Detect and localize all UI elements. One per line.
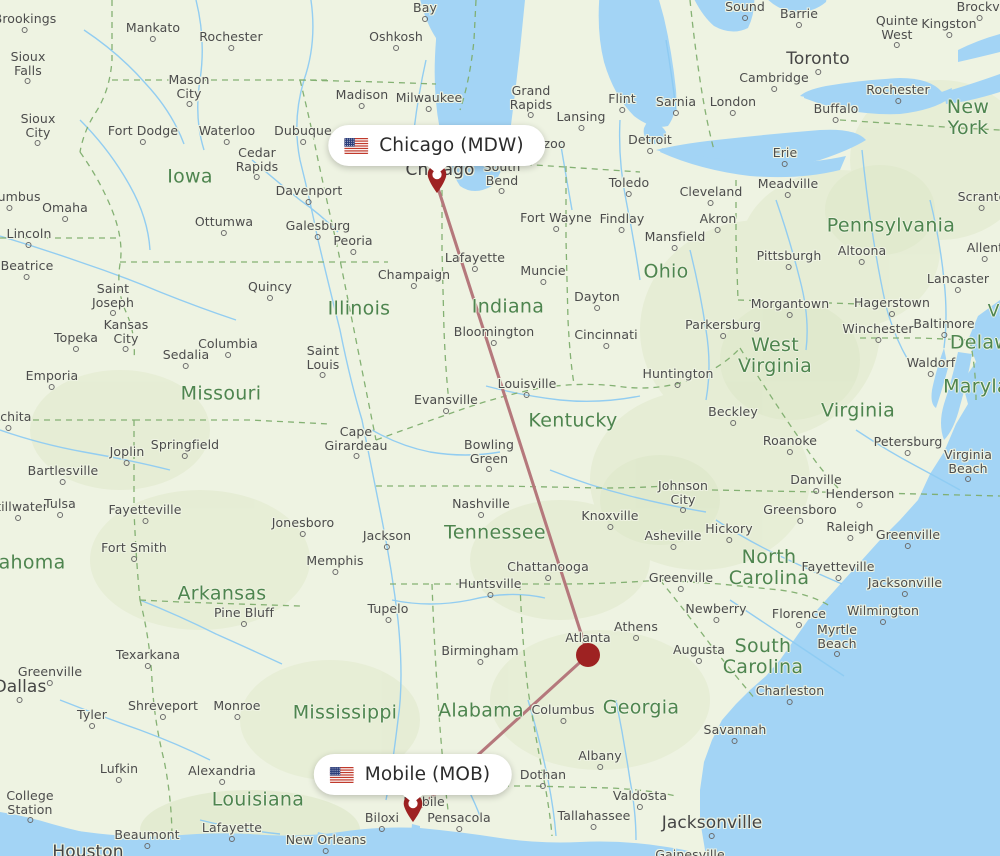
callout-label: Mobile (MOB) [364, 764, 491, 785]
us-flag-icon [329, 766, 354, 783]
waypoint-marker-atlanta[interactable] [576, 643, 600, 667]
origin-callout[interactable]: Chicago (MDW) [328, 125, 546, 174]
route-markers: Chicago (MDW) Mobile (MOB) [0, 0, 1000, 856]
flight-route-map[interactable]: Iowa Illinois Missouri Indiana Ohio Kentucky T… [0, 0, 1000, 856]
destination-callout[interactable]: Mobile (MOB) [313, 754, 513, 803]
us-flag-icon [344, 137, 369, 154]
callout-label: Chicago (MDW) [379, 135, 524, 156]
